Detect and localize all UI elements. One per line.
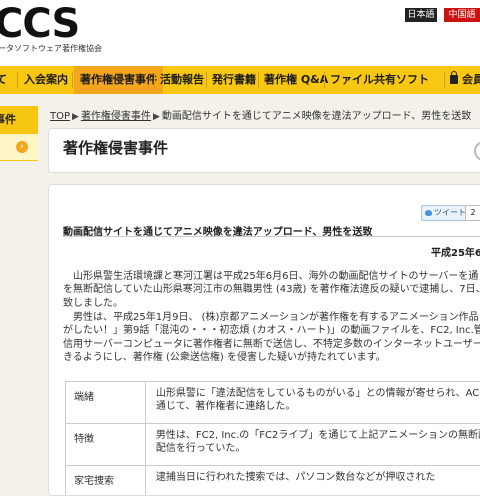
nav-item-publications[interactable]: 発行書籍 [212, 66, 256, 94]
table-key: 家宅捜索 [66, 466, 146, 496]
table-row: 端緒 山形県警に「違法配信をしているものがいる」との情報が寄せられ、ACC 通じ… [66, 382, 480, 424]
site-logo-subtitle: ータソフトウェア著作権協会 [0, 43, 102, 54]
table-value-line: 通じて、著作権者に連絡した。 [156, 400, 480, 413]
site-logo[interactable]: CCS [0, 2, 79, 46]
nav-item-file-sharing[interactable]: ファイル共有ソフト [330, 66, 429, 94]
tweet-button[interactable]: ツイート [421, 205, 471, 221]
circle-arrow-icon: › [16, 141, 28, 153]
nav-divider [324, 72, 325, 88]
language-chinese-button[interactable]: 中国語 [444, 8, 480, 22]
tweet-label: ツイート [434, 208, 466, 217]
table-value: 逮捕当日に行われた捜索では、パソコン数台などが押収された [145, 466, 480, 496]
case-details-table: 端緒 山形県警に「違法配信をしているものがいる」との情報が寄せられ、ACC 通じ… [65, 381, 480, 496]
sidebar-item-current[interactable]: › [0, 134, 38, 161]
lock-icon [450, 75, 458, 84]
divider [63, 236, 480, 237]
nav-divider [72, 72, 73, 88]
breadcrumb-section-link[interactable]: 著作権侵害事件 [81, 111, 151, 122]
paragraph-line: がしたい！」第9話「混沌の・・・初恋煩 (カオス・ハート)」の動画ファイルを、F… [63, 324, 480, 337]
table-row: 特徴 男性は、FC2, Inc.の「FC2ライブ」を通じて上記アニメーションの無… [66, 424, 480, 466]
nav-item-membership[interactable]: 入会案内 [24, 66, 68, 94]
table-row: 家宅捜索 逮捕当日に行われた捜索では、パソコン数台などが押収された [66, 466, 480, 496]
page-title: 著作権侵害事件 [63, 137, 168, 158]
member-login[interactable]: 会員 [450, 66, 480, 94]
nav-divider [17, 72, 18, 88]
breadcrumb-current: 動画配信サイトを通じてアニメ映像を違法アップロード、男性を送致 [162, 111, 471, 122]
article-paragraph: 山形県警生活環境課と寒河江署は平成25年6月6日、海外の動画配信サイトのサーバー… [63, 270, 480, 310]
sidebar-heading-label: 事件 [0, 106, 16, 134]
nav-item-infringement-cases[interactable]: 著作権侵害事件 [74, 66, 163, 94]
paragraph-line: 男性は、平成25年1月9日、 (株)京都アニメーションが著作権を有するアニメーシ… [63, 311, 480, 324]
nav-divider [206, 72, 207, 88]
breadcrumb-top-link[interactable]: TOP [50, 111, 70, 122]
paragraph-line: を無断配信していた山形県寒河江市の無職男性 (43歳) を著作権法違反の疑いで逮… [63, 283, 480, 296]
member-label: 会員 [462, 73, 480, 86]
paragraph-line: 致しました。 [63, 297, 480, 310]
nav-item-about[interactable]: て [0, 66, 16, 94]
nav-item-activity-reports[interactable]: 活動報告 [160, 66, 204, 94]
language-japanese-button[interactable]: 日本語 [405, 8, 437, 22]
table-value-line: 配信を行っていた。 [156, 442, 480, 455]
breadcrumb-arrow-icon: ▶ [72, 112, 79, 122]
table-key: 特徴 [66, 424, 146, 466]
table-value-line: 逮捕当日に行われた捜索では、パソコン数台などが押収された [156, 471, 480, 484]
tweet-count: 2 [465, 205, 480, 221]
site-header: CCS ータソフトウェア著作権協会 日本語 中国語 [0, 0, 480, 66]
ring-icon [474, 141, 480, 161]
table-value: 山形県警に「違法配信をしているものがいる」との情報が寄せられ、ACC 通じて、著… [145, 382, 480, 424]
sidebar-heading: 事件 [0, 106, 38, 134]
article-paragraph: 男性は、平成25年1月9日、 (株)京都アニメーションが著作権を有するアニメーシ… [63, 311, 480, 364]
breadcrumb: TOP▶著作権侵害事件▶動画配信サイトを通じてアニメ映像を違法アップロード、男性… [50, 107, 471, 122]
breadcrumb-arrow-icon: ▶ [153, 112, 160, 122]
paragraph-line: 山形県警生活環境課と寒河江署は平成25年6月6日、海外の動画配信サイトのサーバー… [63, 270, 480, 283]
table-value-line: 山形県警に「違法配信をしているものがいる」との情報が寄せられ、ACC [156, 387, 480, 400]
nav-item-copyright-qa[interactable]: 著作権 Q&A [264, 66, 328, 94]
article-panel: ツイート 2 動画配信サイトを通じてアニメ映像を違法アップロード、男性を送致 平… [48, 184, 480, 496]
nav-divider [444, 72, 445, 88]
paragraph-line: きるようにし、著作権 (公衆送信権) を侵害した疑いが持たれています。 [63, 351, 480, 364]
table-value-line: 男性は、FC2, Inc.の「FC2ライブ」を通じて上記アニメーションの無断配 [156, 429, 480, 442]
table-value: 男性は、FC2, Inc.の「FC2ライブ」を通じて上記アニメーションの無断配 … [145, 424, 480, 466]
nav-divider [154, 72, 155, 88]
article-date: 平成25年6月 [431, 244, 480, 259]
main-nav: て 入会案内 著作権侵害事件 活動報告 発行書籍 著作権 Q&A ファイル共有ソ… [0, 66, 480, 94]
table-key: 端緒 [66, 382, 146, 424]
nav-divider [258, 72, 259, 88]
page-title-panel: 著作権侵害事件 [48, 128, 480, 173]
paragraph-line: 信用サーバーコンピュータに著作権者に無断で送信し、不特定多数のインターネットユー… [63, 338, 480, 351]
twitter-bird-icon [425, 210, 432, 216]
